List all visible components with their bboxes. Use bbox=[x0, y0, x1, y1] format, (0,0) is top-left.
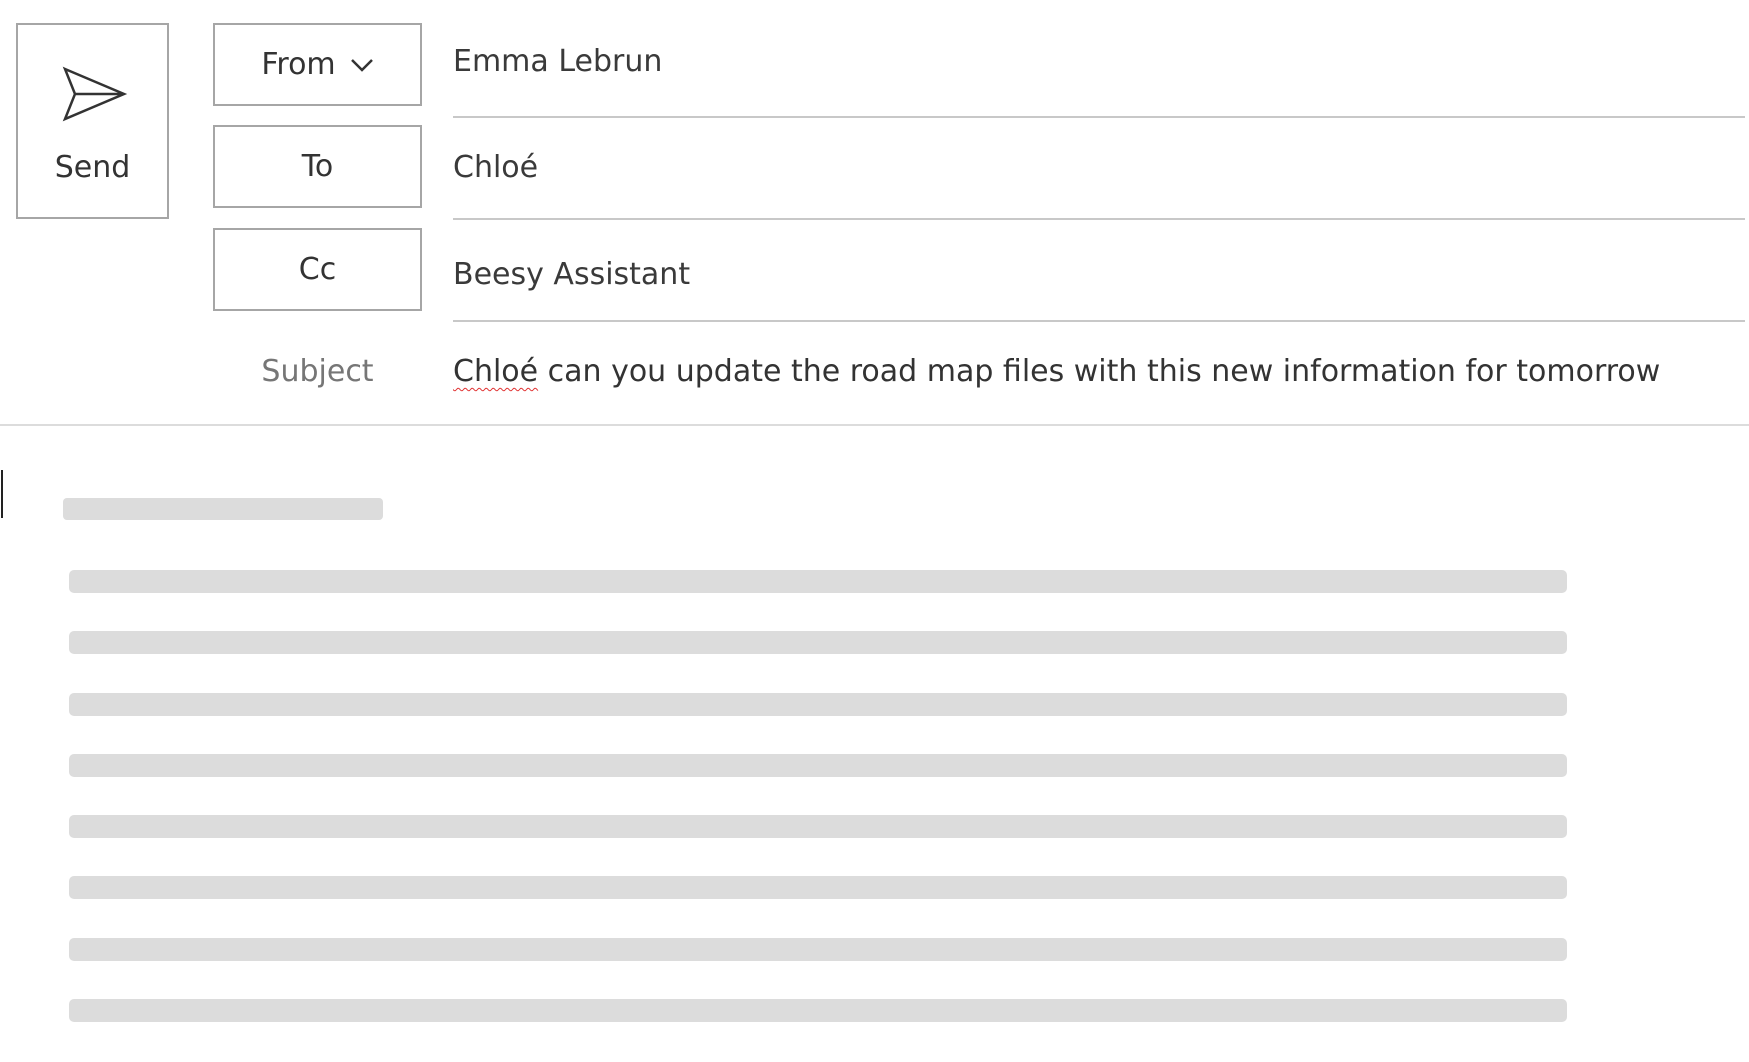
cc-button[interactable]: Cc bbox=[213, 228, 422, 311]
subject-misspelled-word: Chloé bbox=[453, 354, 539, 389]
to-button[interactable]: To bbox=[213, 125, 422, 208]
cc-field-underline bbox=[453, 320, 1745, 322]
subject-label: Subject bbox=[261, 354, 374, 389]
loading-placeholder-line bbox=[69, 693, 1567, 716]
from-field-underline bbox=[453, 116, 1745, 118]
loading-placeholder-line bbox=[69, 754, 1567, 777]
loading-placeholder-line bbox=[69, 938, 1567, 961]
to-field[interactable]: Chloé bbox=[453, 148, 1745, 188]
compose-header: Send From Emma Lebrun To Chloé Cc Beesy … bbox=[0, 0, 1749, 426]
subject-rest: can you update the road map files with t… bbox=[538, 354, 1661, 389]
loading-placeholder-line bbox=[69, 815, 1567, 838]
loading-placeholder-line bbox=[69, 876, 1567, 899]
send-icon bbox=[62, 65, 128, 123]
from-label: From bbox=[261, 47, 336, 82]
message-body[interactable] bbox=[0, 426, 1749, 1062]
cc-field[interactable]: Beesy Assistant bbox=[453, 255, 1745, 295]
to-label: To bbox=[301, 149, 334, 184]
send-button[interactable]: Send bbox=[16, 23, 169, 219]
send-label: Send bbox=[54, 150, 131, 185]
loading-placeholder-line bbox=[69, 631, 1567, 654]
to-field-underline bbox=[453, 218, 1745, 220]
loading-placeholder-title bbox=[63, 498, 383, 520]
subject-field[interactable]: Chloé can you update the road map files … bbox=[453, 352, 1745, 392]
from-field[interactable]: Emma Lebrun bbox=[453, 42, 1745, 82]
cc-label: Cc bbox=[298, 252, 337, 287]
chevron-down-icon bbox=[350, 57, 374, 73]
from-button[interactable]: From bbox=[213, 23, 422, 106]
loading-placeholder-line bbox=[69, 999, 1567, 1022]
loading-placeholder-line bbox=[69, 570, 1567, 593]
